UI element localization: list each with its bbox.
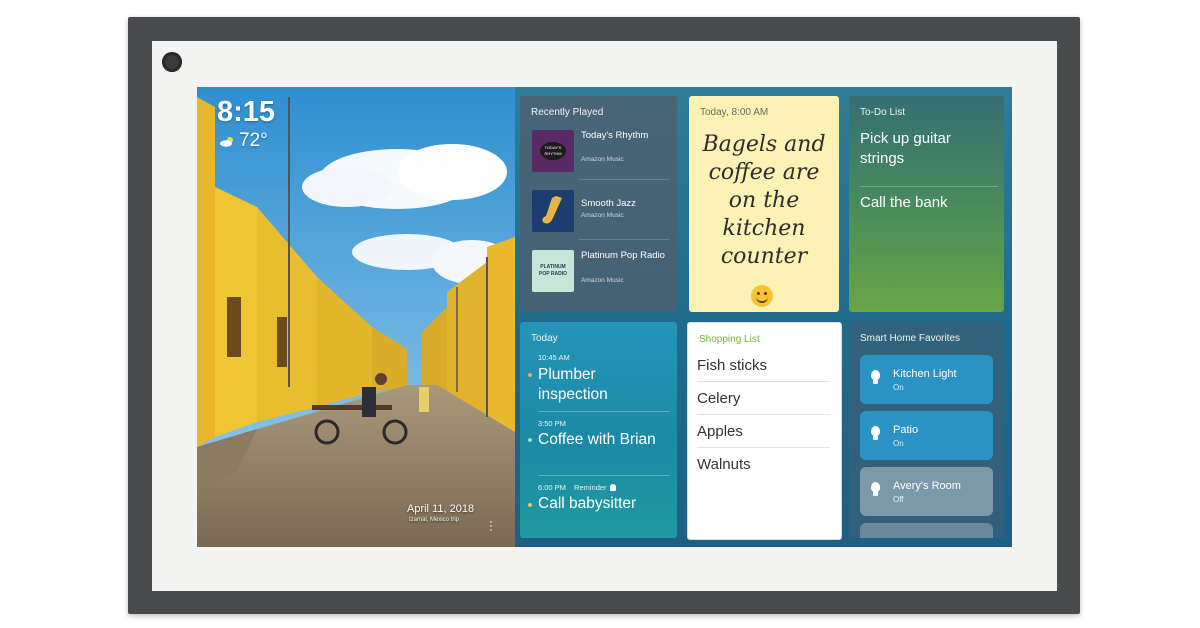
event-dot (528, 438, 532, 442)
sticky-note-card[interactable]: Today, 8:00 AM Bagels and coffee are on … (689, 96, 839, 312)
smile-icon (751, 285, 773, 307)
shopping-item[interactable]: Apples (697, 423, 743, 440)
event-dot (528, 503, 532, 507)
saxophone-icon (542, 196, 562, 224)
event-time: 6:00 PM Reminder (538, 483, 616, 492)
track-source: Amazon Music (581, 277, 624, 284)
track-item[interactable]: Smooth Jazz Amazon Music (532, 188, 670, 234)
camera-icon (162, 52, 182, 72)
recently-played-card[interactable]: Recently Played TODAY'S RHYTHM Today's R… (520, 96, 677, 312)
event-title[interactable]: Call babysitter (538, 494, 668, 514)
divider (697, 381, 830, 382)
divider (579, 239, 669, 240)
album-art: TODAY'S RHYTHM (532, 130, 574, 172)
device-state: On (893, 383, 904, 392)
shopping-item[interactable]: Fish sticks (697, 357, 767, 374)
album-art (532, 190, 574, 232)
album-art-label: TODAY'S RHYTHM (540, 142, 566, 160)
shopping-item[interactable]: Walnuts (697, 456, 751, 473)
recently-played-title: Recently Played (531, 107, 604, 118)
device-state: Off (893, 495, 904, 504)
event-time-text: 6:00 PM (538, 483, 566, 492)
track-source: Amazon Music (581, 212, 624, 219)
todo-list-card[interactable]: To-Do List Pick up guitar strings Call t… (849, 96, 1004, 312)
reminder-label: Reminder (574, 483, 607, 492)
divider (697, 447, 830, 448)
todo-item[interactable]: Call the bank (860, 193, 998, 213)
album-art: PLATINUM POP RADIO (532, 250, 574, 292)
device-state: On (893, 439, 904, 448)
shopping-title: Shopping List (699, 334, 760, 345)
track-item[interactable]: PLATINUM POP RADIO Platinum Pop Radio Am… (532, 248, 670, 294)
light-bulb-icon (871, 426, 880, 440)
device-name: Kitchen Light (893, 368, 957, 380)
divider (860, 186, 998, 187)
todo-title: To-Do List (860, 107, 906, 118)
divider (579, 179, 669, 180)
event-dot (528, 373, 532, 377)
note-text: Bagels and coffee are on the kitchen cou… (702, 132, 826, 269)
note-timestamp: Today, 8:00 AM (700, 107, 769, 118)
divider (697, 414, 830, 415)
track-name: Platinum Pop Radio (581, 250, 665, 261)
shopping-list-card[interactable]: Shopping List Fish sticks Celery Apples … (687, 322, 842, 540)
event-time: 10:45 AM (538, 353, 570, 362)
light-bulb-icon (871, 370, 880, 384)
track-name: Today's Rhythm (581, 130, 649, 141)
divider (538, 411, 670, 412)
smart-home-title: Smart Home Favorites (860, 333, 961, 344)
device-tile-kitchen-light[interactable]: Kitchen Light On (860, 355, 993, 404)
track-item[interactable]: TODAY'S RHYTHM Today's Rhythm Amazon Mus… (532, 128, 670, 174)
track-name: Smooth Jazz (581, 198, 636, 209)
bell-icon (609, 484, 616, 491)
album-art-label: PLATINUM POP RADIO (539, 264, 567, 277)
event-title[interactable]: Coffee with Brian (538, 430, 668, 450)
smart-home-card: Smart Home Favorites Kitchen Light On Pa… (849, 322, 1004, 538)
device-tile-patio[interactable]: Patio On (860, 411, 993, 460)
shopping-item[interactable]: Celery (697, 390, 740, 407)
light-bulb-icon (871, 482, 880, 496)
device-tile-partial[interactable] (860, 523, 993, 538)
device-tile-averys-room[interactable]: Avery's Room Off (860, 467, 993, 516)
device-name: Patio (893, 424, 919, 436)
event-time: 3:50 PM (538, 419, 566, 428)
divider (538, 475, 670, 476)
event-title[interactable]: Plumber inspection (538, 365, 668, 405)
track-source: Amazon Music (581, 156, 624, 163)
widgets-layer: Recently Played TODAY'S RHYTHM Today's R… (197, 87, 1012, 547)
today-calendar-card[interactable]: Today 10:45 AM Plumber inspection 3:50 P… (520, 322, 677, 538)
todo-item[interactable]: Pick up guitar strings (860, 129, 998, 169)
device-name: Avery's Room (893, 480, 961, 492)
today-title: Today (531, 333, 558, 344)
